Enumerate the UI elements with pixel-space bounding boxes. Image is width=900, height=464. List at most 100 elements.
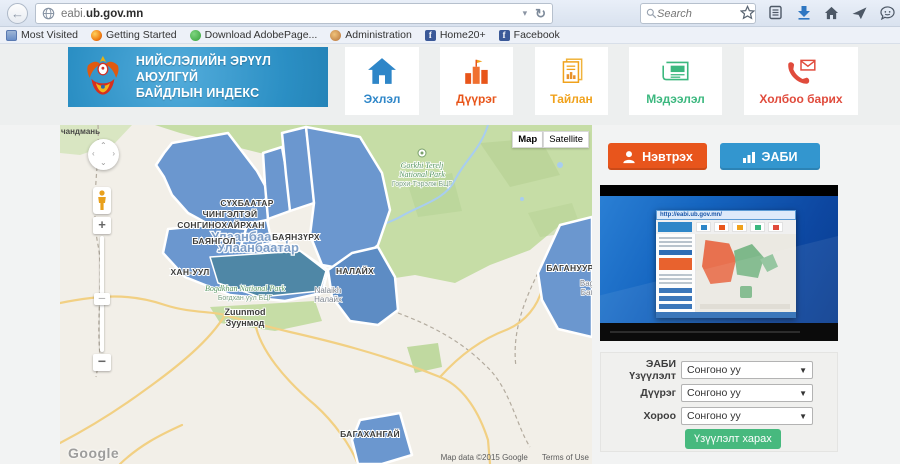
khoroo-label: Хороо (601, 410, 681, 422)
svg-text:БАЯНГОЛ: БАЯНГОЛ (192, 236, 235, 246)
report-nav-icon (535, 54, 608, 88)
back-button[interactable]: ← (7, 3, 28, 24)
reload-icon[interactable]: ↻ (535, 6, 546, 22)
svg-text:БАГАНУУР: БАГАНУУР (546, 263, 592, 273)
indicator-label: ЭАБИ Үзүүлэлт (601, 358, 681, 382)
zoom-slider-handle[interactable]: ─ (94, 293, 110, 305)
home-nav-icon (345, 54, 419, 88)
svg-text:БАЯНЗҮРХ: БАЯНЗҮРХ (272, 232, 320, 242)
district-select[interactable]: Сонгоно уу ▼ (681, 384, 813, 402)
search-icon (646, 8, 657, 19)
svg-text:Зуунмод: Зуунмод (226, 318, 265, 328)
district-nav-icon (440, 54, 513, 88)
news-nav-icon (629, 54, 722, 88)
intro-video[interactable]: http://eabi.ub.gov.mn/ (600, 185, 838, 341)
khoroo-select[interactable]: Сонгоно уу ▼ (681, 407, 813, 425)
nav-home[interactable]: Эхлэл (345, 47, 419, 115)
sidebar: Нэвтрэх ЭАБИ http://eabi.ub.gov.mn/ (600, 125, 838, 464)
hello-chat-icon[interactable] (879, 4, 896, 21)
map-button[interactable]: Map (512, 131, 543, 148)
person-icon (622, 150, 636, 164)
svg-text:НАЛАЙХ: НАЛАЙХ (336, 265, 374, 276)
svg-text:Gorkhi Terelj: Gorkhi Terelj (401, 161, 445, 170)
home-icon[interactable] (823, 4, 840, 21)
search-input[interactable] (657, 8, 737, 20)
map-canvas: Улаанбаатар Улаанбаатар СҮХБААТАР ЧИНГЭЛ… (60, 125, 592, 464)
adobe-download-icon (190, 30, 201, 41)
svg-text:СҮХБААТАР: СҮХБААТАР (220, 198, 273, 208)
eabi-button[interactable]: ЭАБИ (720, 143, 820, 170)
svg-text:National Park: National Park (398, 170, 445, 179)
pan-left-icon[interactable]: ‹ (92, 150, 95, 158)
facebook-icon: f (499, 30, 510, 41)
pan-control[interactable]: ⌃ ⌄ ‹ › (88, 139, 119, 170)
svg-text:СОНГИНОХАЙРХАН: СОНГИНОХАЙРХАН (177, 219, 264, 230)
site-logo[interactable]: НИЙСЛЭЛИЙН ЭРҮҮЛ АЮУЛГҮЙ БАЙДЛЫН ИНДЕКС (68, 47, 328, 107)
svg-text:Nalaikh: Nalaikh (315, 286, 342, 295)
nav-news[interactable]: Мэдээлэл (629, 47, 722, 115)
url-bar[interactable]: eabi.ub.gov.mn ▾ ↻ (35, 3, 553, 24)
most-visited-icon (6, 30, 17, 41)
bookmark-star-icon[interactable] (739, 4, 756, 21)
chevron-down-icon: ▼ (799, 366, 807, 375)
bookmark-facebook[interactable]: f Facebook (499, 29, 560, 41)
indicator-select[interactable]: Сонгоно уу ▼ (681, 361, 813, 379)
globe-icon (42, 7, 55, 20)
map-data-text: Map data ©2015 Google (441, 453, 528, 462)
downloads-icon[interactable] (795, 4, 812, 21)
google-logo[interactable]: Google (68, 445, 119, 461)
video-mini-urlbar: http://eabi.ub.gov.mn/ (656, 210, 796, 220)
svg-text:Богдхан уул БЦГ: Богдхан уул БЦГ (218, 295, 273, 302)
map-attribution: Map data ©2015 Google Terms of Use (441, 453, 589, 462)
google-map[interactable]: Улаанбаатар Улаанбаатар СҮХБААТАР ЧИНГЭЛ… (60, 125, 592, 464)
facebook-icon: f (425, 30, 436, 41)
bookmark-getting-started[interactable]: Getting Started (91, 29, 177, 41)
nav-report[interactable]: Тайлан (535, 47, 608, 115)
chevron-down-icon: ▼ (799, 412, 807, 421)
nav-district[interactable]: Дүүрэг (440, 47, 513, 115)
browser-window: ← eabi.ub.gov.mn ▾ ↻ (0, 0, 900, 464)
urlbar-dropdown-icon[interactable]: ▾ (523, 8, 528, 19)
chandman-label: чандмань (61, 127, 100, 136)
firefox-icon (91, 30, 102, 41)
svg-text:Zuunmod: Zuunmod (225, 307, 266, 317)
url-text: eabi.ub.gov.mn (61, 8, 523, 20)
pan-down-icon[interactable]: ⌄ (100, 159, 107, 167)
bookmark-administration[interactable]: Administration (330, 29, 412, 41)
svg-text:Горхи-Тэрэлж БЦГ: Горхи-Тэрэлж БЦГ (392, 181, 452, 188)
administration-icon (330, 30, 341, 41)
svg-text:ХАН-УУЛ: ХАН-УУЛ (170, 267, 209, 277)
zoom-in-button[interactable]: + (93, 217, 111, 234)
bar-chart-icon (743, 151, 756, 163)
map-type-control: Map Satellite (512, 131, 589, 148)
bookmark-most-visited[interactable]: Most Visited (6, 29, 78, 41)
contact-nav-icon (744, 54, 858, 88)
bookmark-download-adobe[interactable]: Download AdobePage... (190, 29, 318, 41)
pan-up-icon[interactable]: ⌃ (100, 142, 107, 150)
login-button[interactable]: Нэвтрэх (608, 143, 707, 170)
video-controls-bar[interactable] (600, 323, 838, 341)
pegman-streetview[interactable] (93, 187, 111, 214)
svg-text:БАГАХАНГАЙ: БАГАХАНГАЙ (340, 428, 400, 439)
site-title: НИЙСЛЭЛИЙН ЭРҮҮЛ АЮУЛГҮЙ БАЙДЛЫН ИНДЕКС (136, 53, 328, 102)
district-label: Дүүрэг (601, 387, 681, 399)
svg-text:Баг: Баг (581, 288, 592, 297)
chevron-down-icon: ▼ (799, 389, 807, 398)
show-indicator-button[interactable]: Үзүүлэлт харах (685, 429, 781, 449)
pan-right-icon[interactable]: › (112, 150, 115, 158)
svg-text:ЧИНГЭЛТЭЙ: ЧИНГЭЛТЭЙ (203, 208, 258, 219)
bookmarks-menu-icon[interactable] (767, 4, 784, 21)
satellite-button[interactable]: Satellite (543, 131, 589, 148)
bookmark-home20[interactable]: f Home20+ (425, 29, 486, 41)
share-icon[interactable] (851, 4, 868, 21)
video-screen: http://eabi.ub.gov.mn/ (600, 196, 838, 323)
indicator-form: ЭАБИ Үзүүлэлт Сонгоно уу ▼ Дүүрэг Сонгон… (600, 352, 838, 452)
svg-text:Налайх: Налайх (314, 295, 342, 304)
nav-contact[interactable]: Холбоо барих (744, 47, 858, 115)
city-emblem-icon (80, 53, 126, 101)
terms-of-use-link[interactable]: Terms of Use (542, 453, 589, 462)
browser-navbar: ← eabi.ub.gov.mn ▾ ↻ (0, 0, 900, 27)
bookmarks-bar: Most Visited Getting Started Download Ad… (0, 27, 900, 44)
site-header: НИЙСЛЭЛИЙН ЭРҮҮЛ АЮУЛГҮЙ БАЙДЛЫН ИНДЕКС … (0, 44, 900, 125)
zoom-out-button[interactable]: − (93, 354, 111, 371)
